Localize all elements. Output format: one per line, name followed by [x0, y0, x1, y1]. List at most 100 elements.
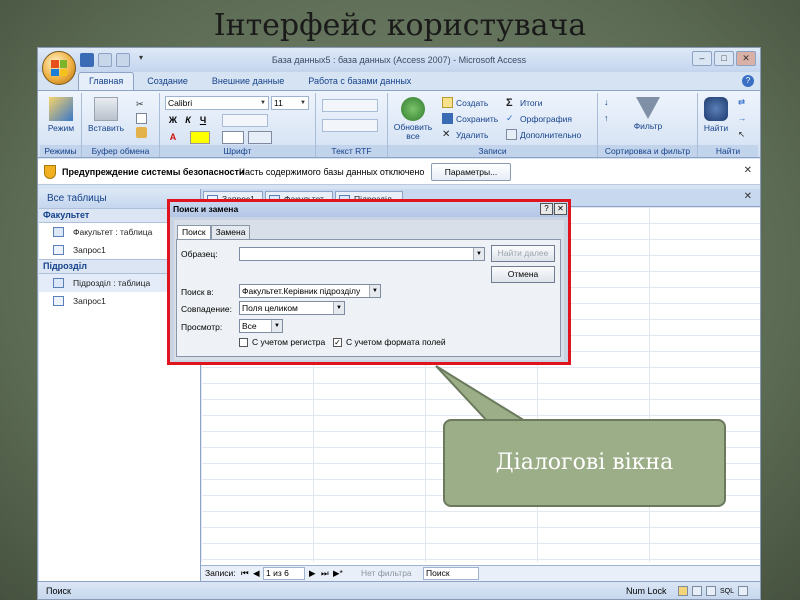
title-bar: ▾ База данных5 : база данных (Access 200… [38, 48, 760, 72]
maximize-button[interactable]: □ [714, 51, 734, 66]
help-icon[interactable]: ? [540, 203, 553, 215]
more-button[interactable]: Дополнительно [506, 129, 581, 140]
font-name-combo[interactable]: Calibri ▼ [165, 96, 269, 110]
fill-color-icon[interactable] [190, 131, 210, 144]
look-in-label: Поиск в: [181, 287, 214, 297]
tab-database-tools[interactable]: Работа с базами данных [297, 72, 422, 90]
look-in-value: Факультет.Керівник підрозділу [242, 286, 361, 296]
chevron-down-icon[interactable]: ▼ [369, 285, 380, 297]
chevron-down-icon[interactable]: ▼ [298, 97, 308, 109]
cancel-button[interactable]: Отмена [491, 266, 555, 283]
select-button[interactable]: ↖ [738, 129, 749, 140]
font-size-combo[interactable]: 11 ▼ [271, 96, 309, 110]
list-buttons[interactable] [322, 119, 378, 132]
alternate-fill-icon[interactable] [248, 131, 272, 144]
delete-record-button[interactable]: ✕ Удалить [442, 129, 488, 140]
find-what-input[interactable]: ▼ [239, 247, 485, 261]
indent-buttons[interactable] [322, 99, 378, 112]
previous-record-icon[interactable]: ◀ [253, 566, 260, 581]
status-bar: Поиск Num Lock SQL [38, 581, 760, 599]
new-record-icon[interactable]: ▶* [333, 566, 343, 581]
minimize-button[interactable]: – [692, 51, 712, 66]
sort-ascending-icon: ↓ [604, 97, 609, 107]
save-record-button[interactable]: Сохранить [442, 113, 498, 124]
close-icon[interactable]: ✕ [744, 165, 752, 176]
search-input[interactable]: Поиск [423, 567, 479, 580]
num-lock-indicator: Num Lock [626, 586, 667, 596]
font-color-button[interactable]: A [166, 131, 180, 144]
close-icon[interactable]: ✕ [744, 191, 752, 202]
copy-icon [136, 113, 147, 124]
goto-button[interactable]: → [738, 113, 749, 124]
chevron-down-icon[interactable]: ▼ [473, 248, 484, 260]
format-fields-checkbox[interactable]: ✓ [333, 338, 342, 347]
search-direction-select[interactable]: Все ▼ [239, 319, 283, 333]
pivot-chart-icon[interactable] [706, 586, 716, 596]
spelling-icon: ✓ [506, 113, 514, 123]
sort-asc-button[interactable]: ↓ [604, 97, 615, 108]
spelling-button[interactable]: ✓ Орфография [506, 113, 572, 124]
window-title: База данных5 : база данных (Access 2007)… [271, 55, 527, 65]
design-view-icon[interactable] [738, 586, 748, 596]
help-icon[interactable]: ? [742, 75, 754, 87]
office-button[interactable] [42, 51, 76, 85]
ribbon: Режим Режимы Вставить ✂ Буфер обмена Cal… [38, 90, 760, 158]
find-replace-dialog: Поиск и замена ? ✕ Поиск Замена Образец:… [167, 199, 571, 365]
find-button[interactable]: Найти [700, 97, 732, 133]
scissors-icon: ✂ [136, 99, 144, 109]
totals-button[interactable]: Σ Итоги [506, 97, 542, 109]
spelling-label: Орфография [520, 113, 572, 124]
gridlines-icon[interactable] [222, 131, 244, 144]
new-record-button[interactable]: Создать [442, 97, 488, 108]
dialog-body: Поиск Замена Образец: ▼ Найти далее Отме… [174, 220, 564, 360]
find-next-button[interactable]: Найти далее [491, 245, 555, 262]
current-record-field[interactable]: 1 из 6 [263, 567, 305, 580]
look-in-select[interactable]: Факультет.Керівник підрозділу ▼ [239, 284, 381, 298]
last-record-icon[interactable]: ⏭ [321, 566, 329, 581]
cut-button[interactable]: ✂ [136, 99, 147, 110]
copy-button[interactable] [136, 113, 147, 124]
slide-title: Інтерфейс користувача [213, 8, 587, 43]
refresh-all-button[interactable]: Обновить все [390, 97, 436, 141]
find-what-label: Образец: [181, 249, 218, 259]
match-case-checkbox[interactable] [239, 338, 248, 347]
paste-button[interactable]: Вставить [88, 97, 124, 133]
underline-button[interactable]: Ч [196, 114, 210, 127]
brush-icon [136, 127, 147, 138]
replace-button[interactable]: ⇄ [738, 97, 749, 108]
office-logo-icon [51, 60, 67, 76]
tab-find[interactable]: Поиск [177, 225, 211, 240]
chevron-down-icon[interactable]: ▼ [258, 97, 268, 109]
chevron-down-icon[interactable]: ▼ [271, 320, 282, 332]
bold-button[interactable]: Ж [166, 114, 180, 127]
security-warning-bar: Предупреждение системы безопасности Част… [38, 159, 760, 185]
close-button[interactable]: ✕ [736, 51, 756, 66]
chevron-down-icon[interactable]: ▼ [333, 302, 344, 314]
first-record-icon[interactable]: ⏮ [241, 566, 249, 581]
italic-button[interactable]: К [181, 114, 195, 127]
sql-view-button[interactable]: SQL [720, 582, 734, 599]
refresh-icon [401, 97, 425, 121]
new-record-label: Создать [456, 97, 489, 108]
filter-status[interactable]: Нет фильтра [361, 566, 412, 581]
tab-home[interactable]: Главная [78, 72, 135, 90]
align-buttons[interactable] [222, 114, 268, 127]
filter-button[interactable]: Фильтр [628, 97, 668, 131]
format-painter-button[interactable] [136, 127, 147, 138]
tab-external-data[interactable]: Внешние данные [201, 72, 295, 90]
view-button[interactable]: Режим [44, 97, 78, 133]
tab-create[interactable]: Создание [136, 72, 199, 90]
search-direction-value: Все [242, 321, 257, 331]
next-record-icon[interactable]: ▶ [309, 566, 316, 581]
group-label: Режимы [40, 145, 81, 157]
sort-desc-button[interactable]: ↑ [604, 113, 615, 124]
datasheet-view-icon[interactable] [678, 586, 688, 596]
table-icon [53, 227, 64, 237]
group-label: Сортировка и фильтр [598, 145, 697, 157]
options-button[interactable]: Параметры... [431, 163, 511, 181]
tab-replace[interactable]: Замена [210, 225, 251, 239]
match-select[interactable]: Поля целиком ▼ [239, 301, 345, 315]
close-icon[interactable]: ✕ [554, 203, 567, 215]
nav-item-label: Запрос1 [73, 296, 106, 306]
pivot-table-icon[interactable] [692, 586, 702, 596]
